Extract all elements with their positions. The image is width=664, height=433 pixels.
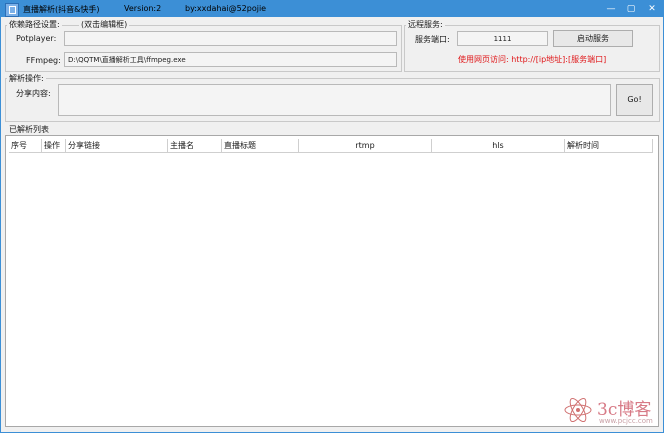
share-content-label: 分享内容: (16, 89, 51, 98)
parsed-list-title: 已解析列表 (7, 124, 51, 135)
main-window: 直播解析(抖音&快手) Version:2 by:xxdahai@52pojie… (0, 0, 664, 433)
title-bar[interactable]: 直播解析(抖音&快手) Version:2 by:xxdahai@52pojie… (1, 1, 663, 17)
table-header: 序号 操作 分享链接 主播名 直播标题 rtmp hls 解析时间 (6, 139, 658, 153)
column-header-parse-time[interactable]: 解析时间 (565, 139, 653, 153)
column-header-index[interactable]: 序号 (9, 139, 42, 153)
potplayer-path-field[interactable] (64, 31, 397, 46)
column-header-share-link[interactable]: 分享链接 (66, 139, 168, 153)
watermark-url: www.pcjcc.com (599, 417, 653, 425)
web-access-notice: 使用网页访问: http://[ip地址]:[服务端口] (458, 55, 607, 64)
parsed-list-table[interactable]: 序号 操作 分享链接 主播名 直播标题 rtmp hls 解析时间 (5, 135, 659, 427)
column-header-action[interactable]: 操作 (42, 139, 66, 153)
column-header-rtmp[interactable]: rtmp (299, 139, 432, 153)
potplayer-label: Potplayer: (16, 34, 57, 43)
author-label: by:xxdahai@52pojie (185, 4, 267, 13)
watermark: 3c博客 www.pcjcc.com (561, 393, 661, 431)
go-button[interactable]: Go! (616, 84, 653, 116)
parse-operation-title: 解析操作: (7, 73, 46, 84)
version-label: Version:2 (124, 4, 162, 13)
maximize-button[interactable]: ▢ (621, 1, 641, 17)
minimize-button[interactable]: — (601, 1, 621, 17)
app-title: 直播解析(抖音&快手) (23, 5, 100, 14)
column-header-streamer[interactable]: 主播名 (168, 139, 222, 153)
column-header-stream-title[interactable]: 直播标题 (222, 139, 299, 153)
share-content-input[interactable] (58, 84, 611, 116)
ffmpeg-path-field[interactable]: D:\QQTM\直播解析工具\ffmpeg.exe (64, 52, 397, 67)
start-service-button[interactable]: 启动服务 (553, 30, 633, 47)
path-settings-title: 依赖路径设置: (7, 19, 62, 30)
ffmpeg-label: FFmpeg: (26, 56, 61, 65)
column-header-hls[interactable]: hls (432, 139, 565, 153)
service-port-field[interactable]: 1111 (457, 31, 548, 46)
path-settings-hint: (双击编辑框) (79, 19, 130, 30)
remote-service-title: 远程服务: (406, 19, 445, 30)
app-icon (5, 3, 19, 17)
close-button[interactable]: ✕ (642, 1, 662, 17)
service-port-label: 服务端口: (415, 35, 450, 44)
